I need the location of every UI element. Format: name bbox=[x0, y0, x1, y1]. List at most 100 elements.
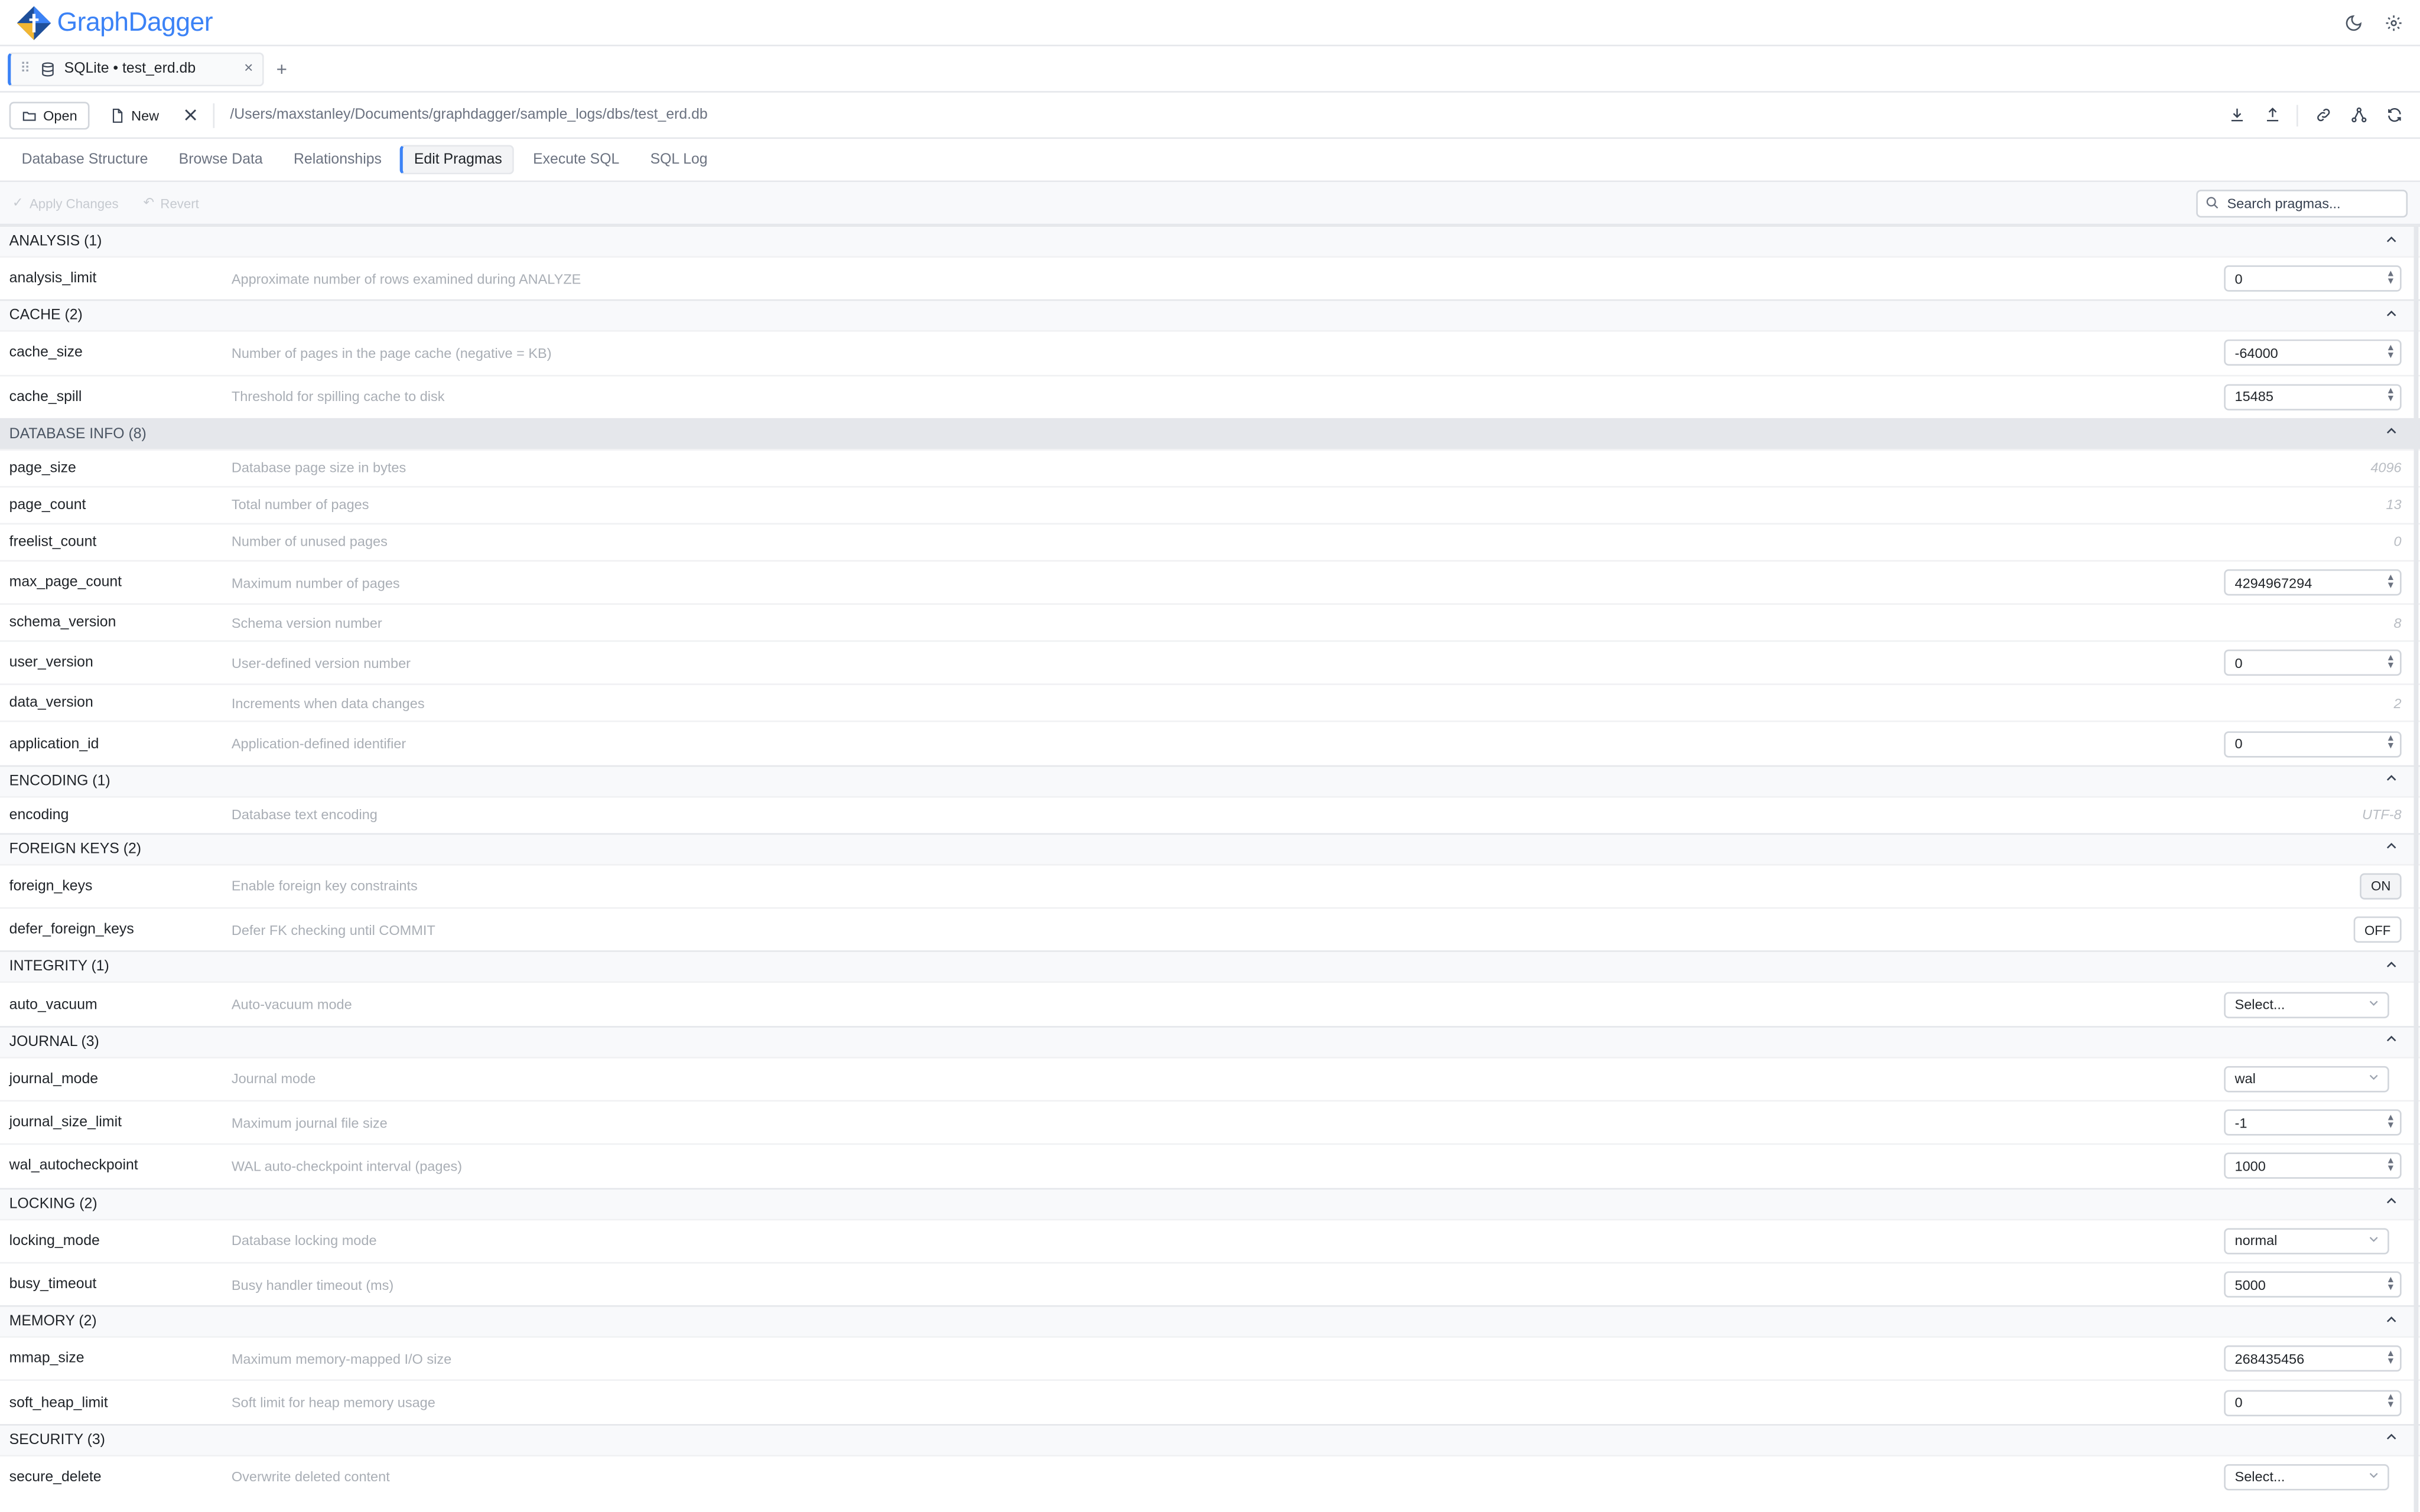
section-header[interactable]: LOCKING (2) bbox=[0, 1187, 2420, 1218]
pragma-number-input[interactable]: ▲▼ bbox=[2224, 340, 2402, 367]
drag-handle-icon[interactable]: ⠿ bbox=[20, 60, 30, 77]
pragma-value-field[interactable] bbox=[2234, 1351, 2386, 1367]
chevron-down-icon bbox=[2367, 997, 2380, 1012]
stepper-icon[interactable]: ▲ ▼ bbox=[2386, 573, 2396, 591]
pragma-toggle[interactable]: OFF bbox=[2353, 917, 2402, 943]
pragma-control: 13 bbox=[2386, 497, 2411, 513]
chevron-up-icon[interactable] bbox=[2385, 1032, 2399, 1051]
section-header[interactable]: SECURITY (3) bbox=[0, 1423, 2420, 1455]
open-button[interactable]: Open bbox=[9, 101, 90, 129]
pragma-select[interactable]: Select... bbox=[2224, 991, 2389, 1018]
pragma-description: WAL auto-checkpoint interval (pages) bbox=[231, 1158, 463, 1174]
pragma-description: Schema version number bbox=[231, 615, 382, 631]
pragma-value-field[interactable] bbox=[2234, 736, 2386, 752]
pragma-number-input[interactable]: ▲▼ bbox=[2224, 569, 2402, 596]
tab-browse-data[interactable]: Browse Data bbox=[167, 145, 275, 175]
chevron-up-icon[interactable] bbox=[2385, 1312, 2399, 1331]
pragma-name: cache_size bbox=[9, 344, 83, 362]
link-icon[interactable] bbox=[2312, 104, 2334, 126]
stepper-icon[interactable]: ▲ ▼ bbox=[2386, 1157, 2396, 1174]
scrollbar[interactable] bbox=[2414, 225, 2419, 1512]
pragma-select[interactable]: normal bbox=[2224, 1227, 2389, 1254]
stepper-icon[interactable]: ▲ ▼ bbox=[2386, 387, 2396, 405]
tab-execute-sql[interactable]: Execute SQL bbox=[521, 145, 632, 175]
pragma-control: ▲▼ bbox=[2224, 1389, 2411, 1416]
stepper-icon[interactable]: ▲ ▼ bbox=[2386, 1275, 2396, 1292]
upload-icon[interactable] bbox=[2261, 104, 2283, 126]
pragma-number-input[interactable]: ▲▼ bbox=[2224, 1271, 2402, 1298]
pragma-number-input[interactable]: ▲▼ bbox=[2224, 1389, 2402, 1416]
pragma-value-field[interactable] bbox=[2234, 1394, 2386, 1410]
section-header[interactable]: MEMORY (2) bbox=[0, 1305, 2420, 1337]
section-header[interactable]: INTEGRITY (1) bbox=[0, 951, 2420, 982]
pragma-row: soft_heap_limit Soft limit for heap memor… bbox=[0, 1380, 2420, 1424]
chevron-up-icon[interactable] bbox=[2385, 840, 2399, 858]
pragma-number-input[interactable]: ▲▼ bbox=[2224, 1109, 2402, 1136]
download-icon[interactable] bbox=[2226, 104, 2247, 126]
stepper-icon[interactable]: ▲ ▼ bbox=[2386, 1350, 2396, 1367]
pragma-number-input[interactable]: ▲▼ bbox=[2224, 265, 2402, 292]
pragma-value-field[interactable] bbox=[2234, 345, 2386, 361]
pragma-value-field[interactable] bbox=[2234, 1158, 2386, 1174]
pragma-description: Maximum memory-mapped I/O size bbox=[231, 1351, 452, 1367]
chevron-up-icon[interactable] bbox=[2385, 772, 2399, 790]
tab-edit-pragmas[interactable]: Edit Pragmas bbox=[400, 145, 515, 175]
pragma-number-input[interactable]: ▲▼ bbox=[2224, 650, 2402, 677]
section-header[interactable]: DATABASE INFO (8) bbox=[0, 418, 2420, 449]
revert-label: Revert bbox=[160, 195, 199, 211]
revert-button[interactable]: ↶ Revert bbox=[143, 194, 199, 211]
pragma-number-input[interactable]: ▲▼ bbox=[2224, 1153, 2402, 1179]
pragma-list[interactable]: ANALYSIS (1) analysis_limit Approximate nu… bbox=[0, 225, 2420, 1512]
pragma-row: max_page_count Maximum number of pages ▲▼ bbox=[0, 559, 2420, 604]
tab-database-structure[interactable]: Database Structure bbox=[9, 145, 161, 175]
pragma-row: encoding Database text encoding UTF-8 bbox=[0, 796, 2420, 833]
moon-icon[interactable] bbox=[2343, 12, 2364, 34]
chevron-up-icon[interactable] bbox=[2385, 232, 2399, 250]
pragma-number-input[interactable]: ▲▼ bbox=[2224, 1345, 2402, 1373]
section-header[interactable]: FOREIGN KEYS (2) bbox=[0, 833, 2420, 864]
chevron-up-icon[interactable] bbox=[2385, 1430, 2399, 1449]
pragma-search[interactable] bbox=[2196, 189, 2408, 217]
pragma-number-input[interactable]: ▲▼ bbox=[2224, 383, 2402, 410]
stepper-icon[interactable]: ▲ ▼ bbox=[2386, 654, 2396, 671]
stepper-icon[interactable]: ▲ ▼ bbox=[2386, 269, 2396, 286]
graph-icon[interactable] bbox=[2347, 104, 2369, 126]
stepper-icon[interactable]: ▲ ▼ bbox=[2386, 1393, 2396, 1410]
chevron-up-icon[interactable] bbox=[2385, 958, 2399, 976]
stepper-icon[interactable]: ▲ ▼ bbox=[2386, 1113, 2396, 1130]
chevron-up-icon[interactable] bbox=[2385, 425, 2399, 443]
tab-relationships[interactable]: Relationships bbox=[281, 145, 394, 175]
pragma-value-field[interactable] bbox=[2234, 655, 2386, 671]
close-file-icon[interactable] bbox=[179, 104, 201, 126]
pragma-actionbar: ✓ Apply Changes ↶ Revert bbox=[0, 182, 2420, 226]
section-header[interactable]: CACHE (2) bbox=[0, 299, 2420, 331]
pragma-name: freelist_count bbox=[9, 533, 97, 551]
refresh-icon[interactable] bbox=[2383, 104, 2405, 126]
section-header[interactable]: JOURNAL (3) bbox=[0, 1025, 2420, 1057]
pragma-control: ▲▼ bbox=[2224, 650, 2411, 677]
tab-sql-log[interactable]: SQL Log bbox=[638, 145, 720, 175]
apply-changes-button[interactable]: ✓ Apply Changes bbox=[12, 194, 119, 211]
add-tab-button[interactable]: + bbox=[277, 58, 287, 80]
stepper-icon[interactable]: ▲ ▼ bbox=[2386, 344, 2396, 361]
pragma-select[interactable]: Select... bbox=[2224, 1464, 2389, 1491]
pragma-value-field[interactable] bbox=[2234, 575, 2386, 591]
search-input[interactable] bbox=[2227, 195, 2397, 211]
chevron-up-icon[interactable] bbox=[2385, 1194, 2399, 1213]
pragma-value-field[interactable] bbox=[2234, 1115, 2386, 1130]
pragma-toggle[interactable]: ON bbox=[2360, 873, 2402, 900]
new-button[interactable]: New bbox=[99, 101, 170, 129]
close-tab-icon[interactable]: × bbox=[244, 60, 253, 77]
pragma-number-input[interactable]: ▲▼ bbox=[2224, 731, 2402, 757]
pragma-select[interactable]: wal bbox=[2224, 1065, 2389, 1092]
chevron-up-icon[interactable] bbox=[2385, 307, 2399, 325]
stepper-icon[interactable]: ▲ ▼ bbox=[2386, 735, 2396, 752]
pragma-value-field[interactable] bbox=[2234, 271, 2386, 286]
gear-icon[interactable] bbox=[2383, 12, 2405, 34]
section-header[interactable]: ANALYSIS (1) bbox=[0, 225, 2420, 256]
file-tab[interactable]: ⠿ SQLite • test_erd.db × bbox=[8, 51, 264, 86]
pragma-value-field[interactable] bbox=[2234, 389, 2386, 405]
pragma-control: ▲▼ bbox=[2224, 569, 2411, 596]
section-header[interactable]: ENCODING (1) bbox=[0, 765, 2420, 796]
pragma-value-field[interactable] bbox=[2234, 1276, 2386, 1292]
